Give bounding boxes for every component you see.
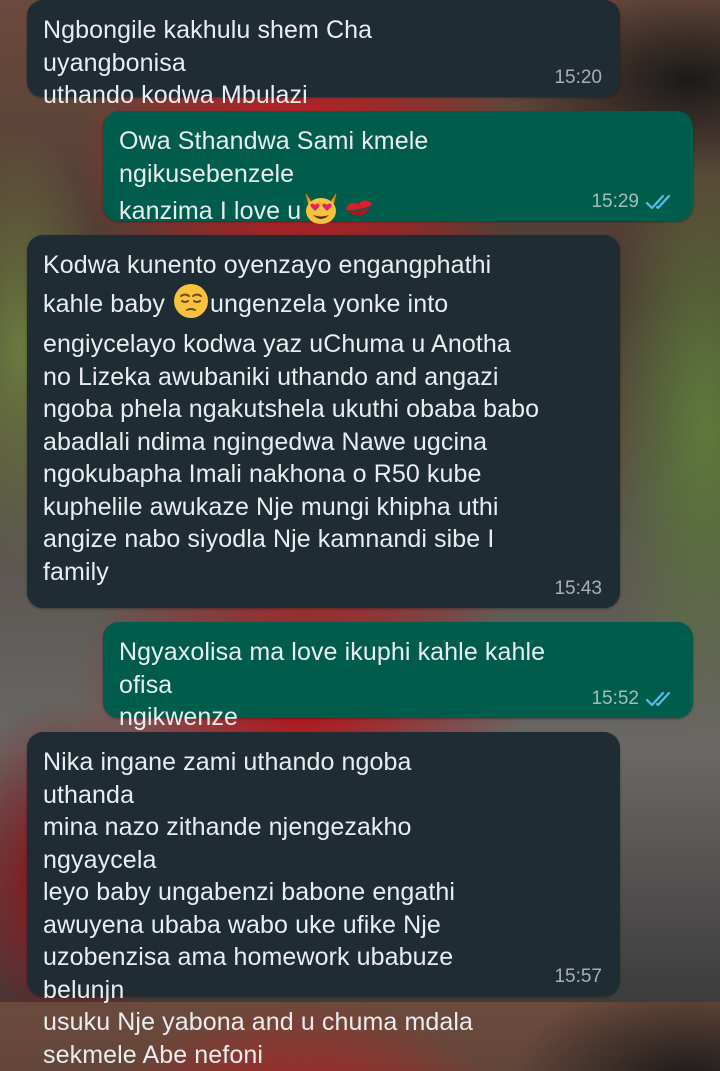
message-time: 15:57	[554, 966, 602, 988]
message-text: Nika ingane zami uthando ngoba uthanda m…	[43, 748, 474, 1069]
message-text-part: ungenzela yonke into engiycelayo kodwa y…	[43, 289, 540, 586]
message-text: Kodwa kunento oyenzayo engangphathi kahl…	[43, 249, 604, 588]
pensive-face-emoji	[172, 282, 210, 329]
timestamp: 15:52	[591, 688, 639, 709]
message-bubble-outgoing[interactable]: Ngyaxolisa ma love ikuphi kahle kahle of…	[103, 622, 693, 731]
message-text: Ngbongile kakhulu shem Cha uyangbonisa u…	[43, 16, 373, 109]
message-time: 15:29	[591, 191, 675, 213]
heart-eyes-cat-emoji	[301, 190, 341, 235]
timestamp: 15:57	[554, 966, 602, 987]
message-time: 15:43	[554, 578, 602, 600]
timestamp: 15:29	[591, 191, 639, 212]
message-text-part: Owa Sthandwa Sami kmele ngikusebenzele k…	[119, 127, 429, 225]
message-text: Ngyaxolisa ma love ikuphi kahle kahle of…	[119, 638, 546, 731]
kiss-mark-emoji	[341, 193, 377, 232]
message-text: Owa Sthandwa Sami kmele ngikusebenzele k…	[119, 125, 573, 235]
chat-conversation: Ngbongile kakhulu shem Cha uyangbonisa u…	[0, 0, 720, 1069]
message-time: 15:20	[554, 67, 602, 89]
double-check-read-icon	[645, 690, 675, 708]
message-bubble-incoming[interactable]: Ngbongile kakhulu shem Cha uyangbonisa u…	[27, 0, 620, 109]
message-bubble-outgoing[interactable]: Owa Sthandwa Sami kmele ngikusebenzele k…	[103, 111, 693, 225]
message-bubble-incoming[interactable]: Nika ingane zami uthando ngoba uthanda m…	[27, 732, 620, 1069]
timestamp: 15:43	[554, 578, 602, 599]
double-check-read-icon	[645, 193, 675, 211]
message-bubble-incoming[interactable]: Kodwa kunento oyenzayo engangphathi kahl…	[27, 235, 620, 608]
timestamp: 15:20	[554, 67, 602, 88]
message-time: 15:52	[591, 688, 675, 710]
